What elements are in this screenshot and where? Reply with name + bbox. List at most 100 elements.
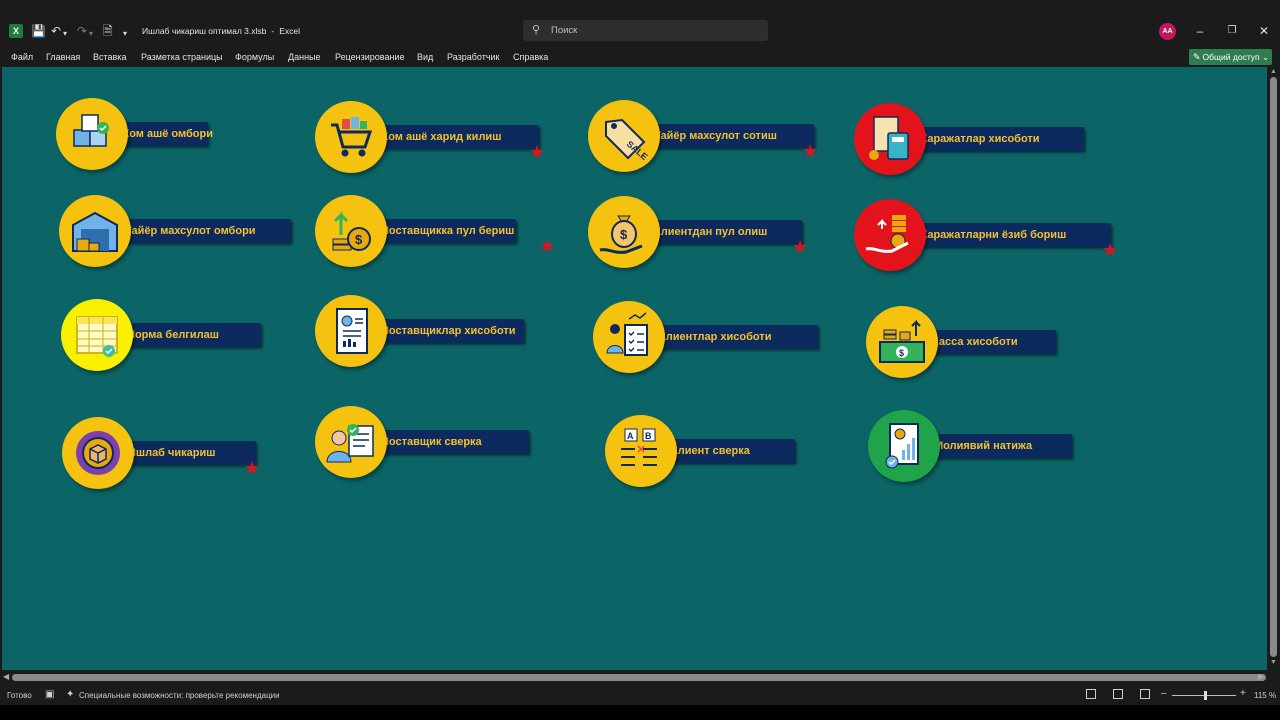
macro-record-icon[interactable]: ▣ [45, 689, 54, 700]
excel-logo-icon: X [9, 24, 23, 38]
nav-tile-label[interactable]: Харажатлар хисоботи [908, 127, 1084, 151]
user-avatar[interactable]: AA [1159, 23, 1176, 40]
nav-tile[interactable]: Тайёр махсулот сотиш SALE ★ [588, 100, 832, 172]
nav-tile-label[interactable]: Касса хисоботи [920, 330, 1056, 354]
customize-quick-access-icon[interactable]: ▾ [123, 26, 127, 42]
nav-tile-badge[interactable]: $ [315, 195, 387, 267]
nav-tile-label[interactable]: Поставщиклар хисоботи [369, 319, 524, 343]
nav-tile[interactable]: Норма белгилаш [61, 299, 279, 371]
scroll-left-icon[interactable]: ◀ [3, 672, 9, 681]
nav-tile-badge[interactable]: $ [588, 196, 660, 268]
shopping-cart-icon [331, 117, 373, 157]
minimize-icon[interactable]: – [1193, 24, 1207, 38]
accessibility-icon[interactable]: ✦ [66, 689, 74, 700]
checklist-icon: AB [621, 428, 657, 466]
nav-tile-label[interactable]: Норма белгилаш [115, 323, 261, 347]
close-icon[interactable]: ✕ [1257, 24, 1271, 38]
nav-tile-label[interactable]: Харажатларни ёзиб бориш [908, 223, 1111, 247]
scroll-right-icon[interactable]: ▶ [1258, 672, 1264, 681]
restore-icon[interactable]: ❐ [1225, 24, 1239, 38]
undo-dropdown-icon[interactable]: ▾ [63, 26, 67, 42]
client-report-icon [606, 312, 648, 356]
tab-data[interactable]: Данные [288, 52, 321, 62]
nav-tile-badge[interactable]: SALE [588, 100, 660, 172]
horizontal-scrollbar[interactable]: ◀ ▶ [0, 670, 1280, 685]
undo-icon[interactable]: ↶ [51, 23, 61, 39]
nav-tile-label[interactable]: Клиентдан пул олиш [642, 220, 802, 244]
nav-tile-badge[interactable]: AB [605, 415, 677, 487]
zoom-out-icon[interactable]: – [1161, 688, 1167, 699]
nav-tile-badge[interactable] [61, 299, 133, 371]
tab-help[interactable]: Справка [513, 52, 548, 62]
nav-tile-badge[interactable] [315, 406, 387, 478]
nav-tile[interactable]: Харажатларни ёзиб бориш ★ [854, 199, 1129, 271]
nav-tile-label[interactable]: Тайёр махсулот омбори [113, 219, 291, 243]
nav-tile-badge[interactable] [868, 410, 940, 482]
scroll-down-icon[interactable]: ▼ [1270, 659, 1277, 666]
nav-tile[interactable]: Клиент сверка A B [605, 415, 813, 487]
nav-tile-label[interactable]: Молиявий натижа [922, 434, 1072, 458]
nav-tile[interactable]: Поставщиклар хисоботи [315, 295, 542, 367]
window-title: Ишлаб чикариш оптимал 3.xlsb - Excel [142, 26, 301, 36]
vertical-scroll-thumb[interactable] [1270, 77, 1277, 657]
screen-bottom [0, 705, 1280, 720]
nav-tile-label[interactable]: Тайёр махсулот сотиш [642, 124, 814, 148]
nav-tile-label[interactable]: Клиентлар хисоботи [647, 325, 818, 349]
tab-file[interactable]: Файл [11, 52, 33, 62]
nav-tile-label[interactable]: Поставщикка пул бериш [369, 219, 516, 243]
nav-tile-badge[interactable] [59, 195, 131, 267]
nav-tile[interactable]: Тайёр махсулот омбори [59, 195, 309, 267]
redo-icon[interactable]: ↷ [77, 23, 87, 39]
nav-tile-badge[interactable] [854, 199, 926, 271]
financial-result-icon [885, 423, 919, 469]
horizontal-scroll-thumb[interactable] [12, 674, 1266, 681]
tab-developer[interactable]: Разработчик [447, 52, 499, 62]
print-preview-icon[interactable]: 🗎 [103, 23, 113, 39]
nav-tile-badge[interactable] [593, 301, 665, 373]
scroll-up-icon[interactable]: ▲ [1270, 68, 1277, 75]
boxes-icon [73, 114, 109, 147]
nav-tile[interactable]: Поставщик сверка [315, 406, 547, 478]
nav-tile[interactable]: Харажатлар хисоботи [854, 103, 1102, 175]
page-layout-view-icon[interactable] [1113, 689, 1123, 699]
search-box[interactable]: ⚲ Поиск [523, 20, 768, 41]
accessibility-status[interactable]: Специальные возможности: проверьте реком… [79, 691, 280, 700]
nav-tile-badge[interactable]: $ [866, 306, 938, 378]
nav-tile-label[interactable]: Поставщик сверка [369, 430, 529, 454]
zoom-slider-knob[interactable] [1204, 691, 1207, 700]
tab-insert[interactable]: Вставка [93, 52, 126, 62]
vertical-scrollbar[interactable]: ▲ ▼ [1267, 67, 1280, 670]
zoom-in-icon[interactable]: + [1240, 688, 1246, 699]
save-icon[interactable]: 💾 [31, 23, 46, 39]
nav-tile[interactable]: Молиявий натижа [868, 410, 1090, 482]
nav-tile[interactable]: Ишлаб чикариш ★ [62, 417, 274, 489]
nav-tile-badge[interactable] [62, 417, 134, 489]
nav-tile[interactable]: Хом ашё харид килиш ★ [315, 101, 557, 173]
nav-tile-badge[interactable] [56, 98, 128, 170]
sale-tag-icon: SALE [605, 118, 650, 162]
tab-review[interactable]: Рецензирование [335, 52, 405, 62]
nav-tile-badge[interactable] [315, 295, 387, 367]
redo-dropdown-icon[interactable]: ▾ [89, 26, 93, 42]
nav-tile[interactable]: Клиентдан пул олиш $ ★ [588, 196, 820, 268]
tab-home[interactable]: Главная [46, 52, 80, 62]
ribbon-tabs: Файл Главная Вставка Разметка страницы Ф… [0, 46, 1280, 67]
tab-page-layout[interactable]: Разметка страницы [141, 52, 223, 62]
nav-tile[interactable]: Поставщикка пул бериш $ ★ [315, 195, 555, 267]
page-break-view-icon[interactable] [1140, 689, 1150, 699]
normal-view-icon[interactable] [1086, 689, 1096, 699]
tab-view[interactable]: Вид [417, 52, 433, 62]
tab-formulas[interactable]: Формулы [235, 52, 274, 62]
nav-tile[interactable]: Касса хисоботи $ [866, 306, 1074, 378]
nav-tile[interactable]: Клиентлар хисоботи [593, 301, 836, 373]
nav-tile-badge[interactable] [854, 103, 926, 175]
nav-tile-label[interactable]: Хом ашё харид килиш [369, 125, 539, 149]
share-button[interactable]: ✎ Общий доступ ⌄ [1189, 49, 1272, 65]
zoom-level[interactable]: 115 % [1254, 691, 1276, 700]
star-icon: ★ [244, 458, 261, 478]
nav-tile[interactable]: Хом ашё омбори [56, 98, 226, 170]
nav-tile-label[interactable]: Клиент сверка [659, 439, 795, 463]
nav-tile-label[interactable]: Ишлаб чикариш [116, 441, 256, 465]
chevron-down-icon: ⌄ [1262, 52, 1270, 62]
nav-tile-badge[interactable] [315, 101, 387, 173]
